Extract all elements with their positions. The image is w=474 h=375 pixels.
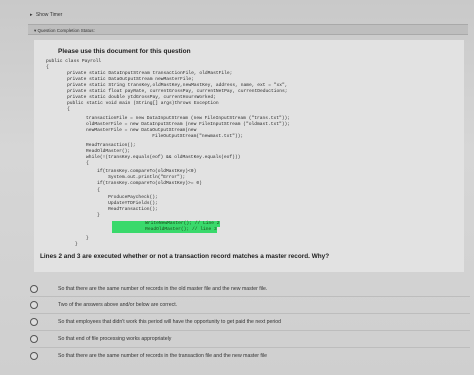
- radio-button[interactable]: [30, 285, 38, 293]
- radio-button[interactable]: [30, 352, 38, 360]
- code-line: }: [64, 213, 100, 218]
- answer-label: So that employees that didn't work this …: [58, 319, 282, 325]
- code-line: {: [46, 65, 49, 70]
- divider: [30, 296, 470, 297]
- divider: [30, 330, 470, 331]
- answer-label: Two of the answers above and/or below ar…: [58, 302, 178, 308]
- answer-option-2[interactable]: Two of the answers above and/or below ar…: [30, 298, 460, 312]
- radio-button[interactable]: [30, 335, 38, 343]
- answer-option-1[interactable]: So that there are the same number of rec…: [30, 282, 460, 296]
- completion-status-label: Question Completion Status:: [37, 28, 95, 33]
- answer-option-3[interactable]: So that employees that didn't work this …: [30, 315, 460, 329]
- answer-option-5[interactable]: So that there are the same number of rec…: [30, 349, 460, 363]
- radio-button[interactable]: [30, 301, 38, 309]
- radio-button[interactable]: [30, 318, 38, 326]
- answer-label: So that there are the same number of rec…: [58, 353, 268, 359]
- answer-label: So that there are the same number of rec…: [58, 286, 268, 292]
- code-line: while(!(transKey.equals(eof) && oldMastK…: [64, 155, 241, 160]
- caret-down-icon: ▾: [34, 28, 37, 33]
- answer-option-4[interactable]: So that end of file processing works app…: [30, 332, 460, 346]
- document-heading: Please use this document for this questi…: [58, 48, 191, 55]
- code-line: }: [64, 242, 78, 247]
- show-timer-toggle[interactable]: ▸ Show Timer: [30, 12, 62, 18]
- caret-right-icon: ▸: [30, 12, 33, 18]
- code-line: public static void main (String[] args)t…: [56, 101, 219, 106]
- question-text: Lines 2 and 3 are executed whether or no…: [40, 253, 330, 260]
- highlighted-code-line-3: ReadOldMaster(); // line 3: [112, 227, 217, 233]
- code-line: {: [64, 188, 100, 193]
- code-line: FileOutputStream("newmast.txt"));: [64, 134, 244, 139]
- code-line: if(transKey.compareTo(oldMastKey)>= 0): [64, 181, 202, 186]
- show-timer-label: Show Timer: [35, 12, 63, 18]
- divider: [30, 313, 470, 314]
- code-line: {: [56, 107, 70, 112]
- completion-status-bar: ▾ Question Completion Status:: [28, 24, 468, 35]
- code-line: public class Payroll: [46, 59, 102, 64]
- answer-label: So that end of file processing works app…: [58, 336, 172, 342]
- divider: [30, 347, 470, 348]
- code-line: {: [64, 161, 89, 166]
